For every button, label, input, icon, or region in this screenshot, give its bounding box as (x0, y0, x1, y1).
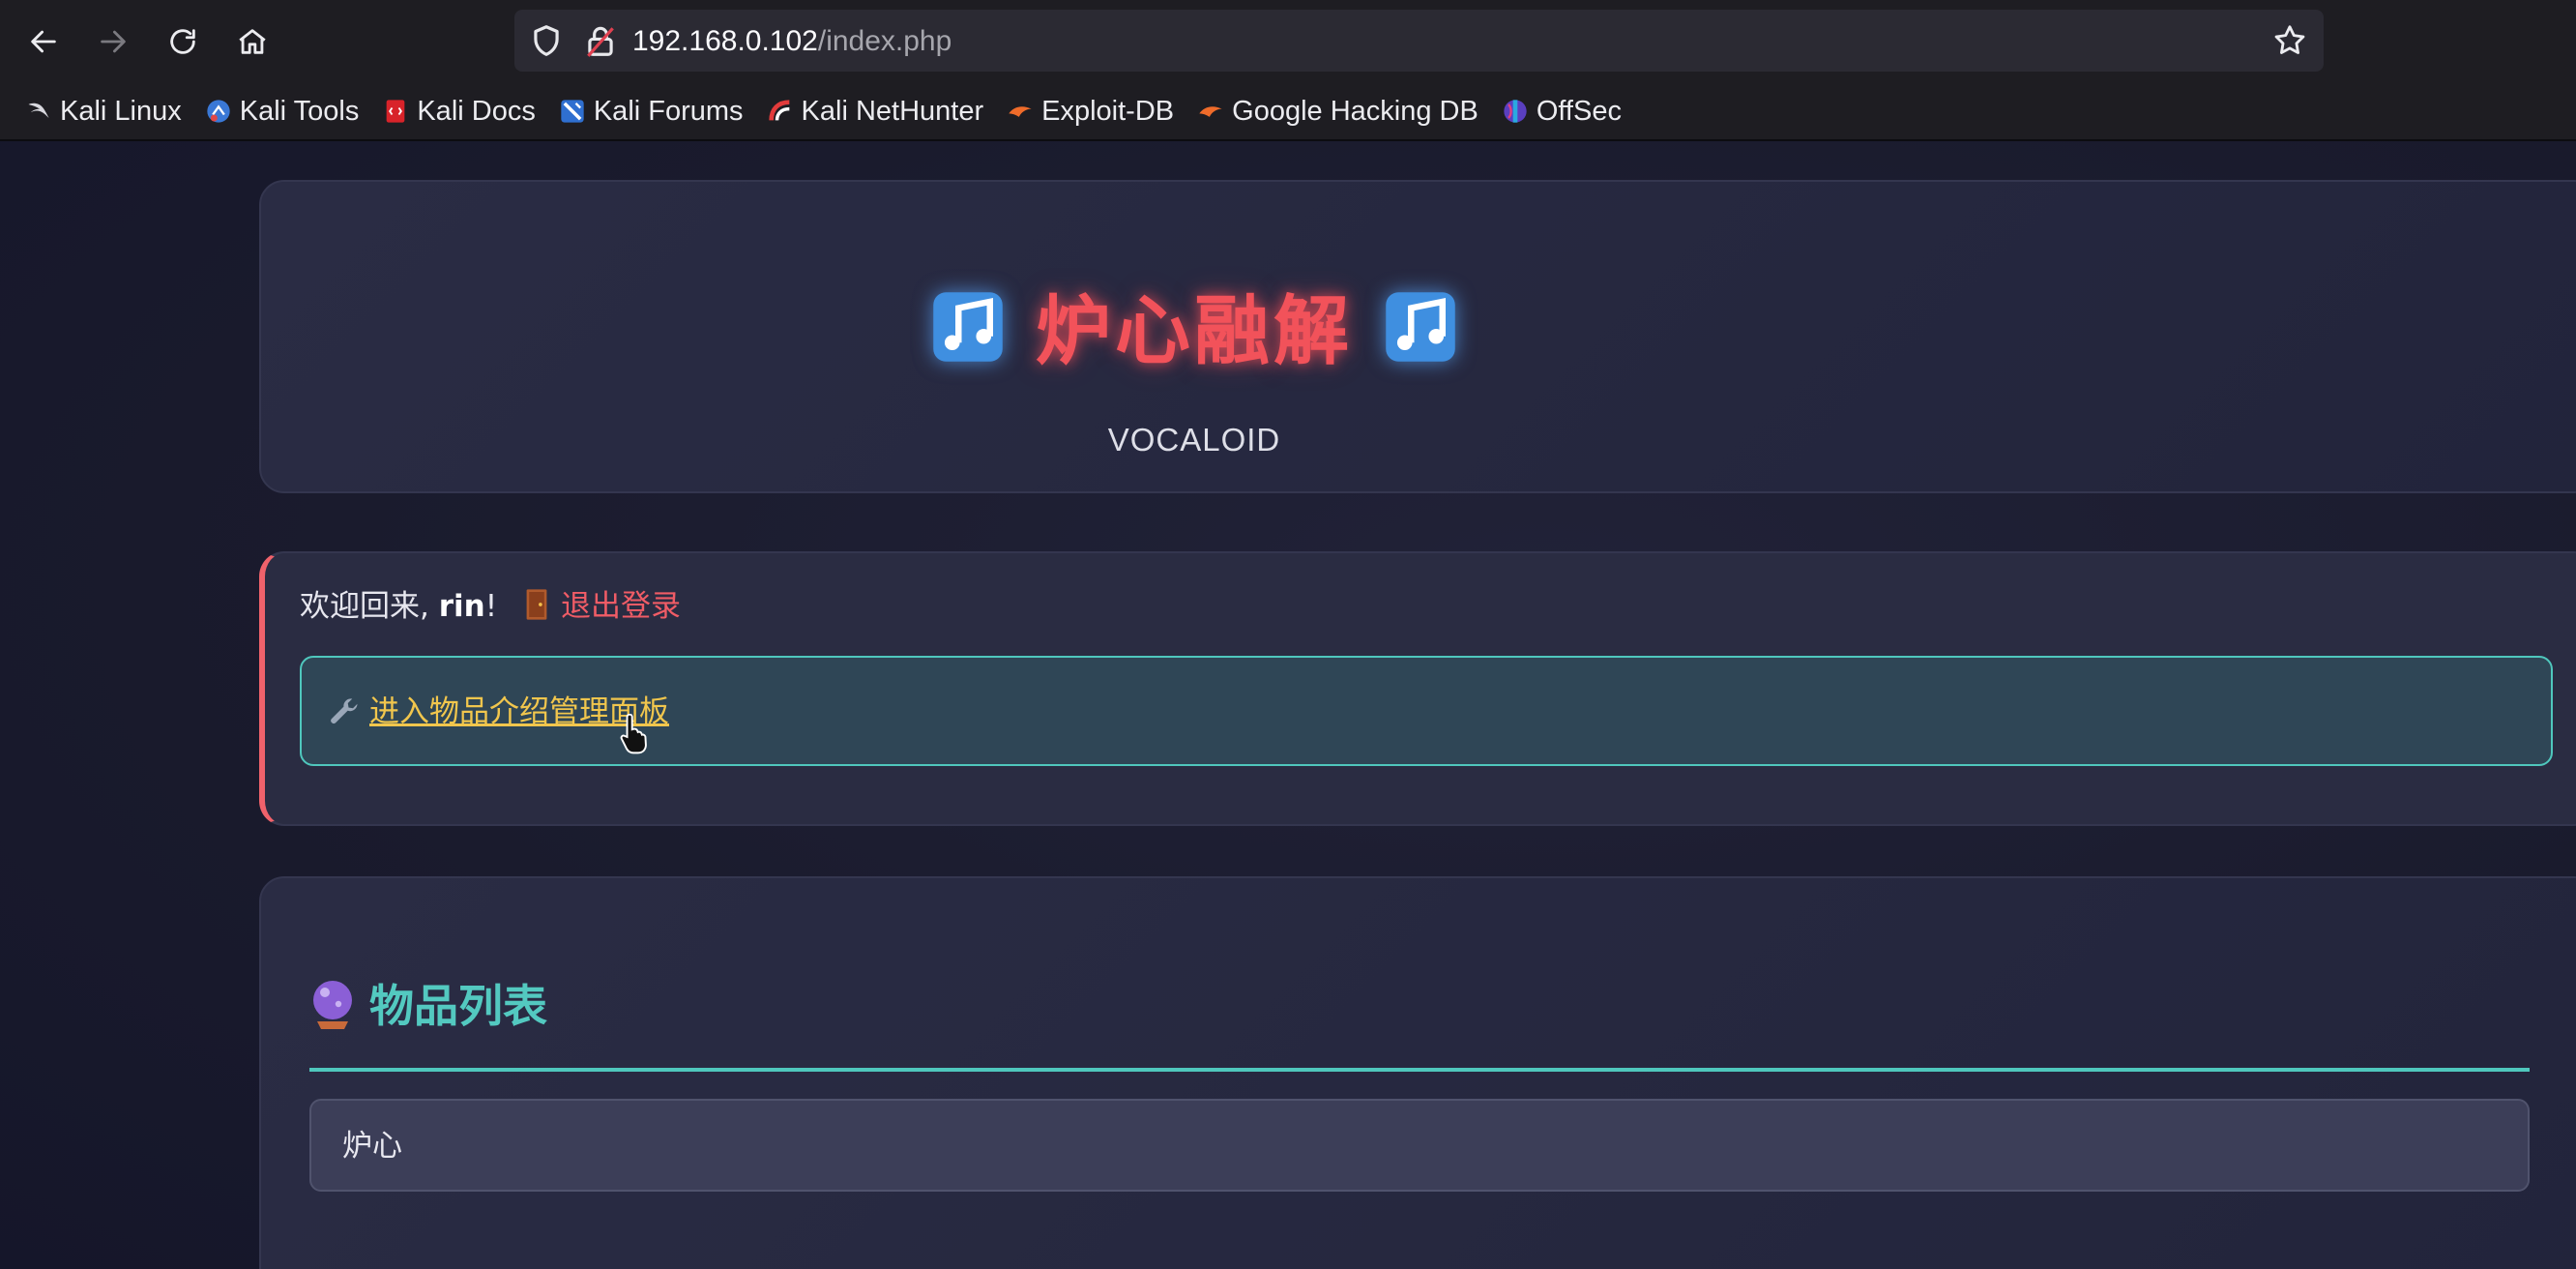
bookmark-star-icon[interactable] (2271, 22, 2308, 59)
reload-icon (170, 29, 195, 54)
kali-docs-icon (387, 100, 405, 123)
url-text[interactable]: 192.168.0.102/index.php (632, 23, 951, 60)
tracking-protection-shield-icon[interactable] (528, 22, 565, 59)
bookmark-label: Google Hacking DB (1232, 95, 1478, 127)
site-title-text: 炉心融解 (1035, 288, 1353, 375)
insecure-lock-icon[interactable] (582, 22, 619, 59)
back-arrow-icon (31, 30, 56, 53)
kali-dragon-icon (28, 103, 49, 118)
bookmark-label: Kali Linux (60, 95, 182, 127)
home-icon (239, 29, 266, 54)
logout-link[interactable]: 退出登录 (524, 584, 681, 629)
bookmark-google-hacking-db[interactable]: Google Hacking DB (1189, 89, 1486, 133)
musical-notes-icon (1386, 292, 1455, 362)
bookmark-kali-linux[interactable]: Kali Linux (17, 89, 190, 133)
header-card: 炉心融解 VOCALOID (259, 180, 2576, 493)
forward-arrow-icon (101, 30, 126, 53)
door-icon (526, 589, 547, 620)
forward-button[interactable] (85, 14, 141, 70)
kali-forums-icon (561, 100, 584, 123)
home-button[interactable] (224, 14, 280, 70)
bookmark-label: Kali Tools (239, 95, 360, 127)
logout-label: 退出登录 (561, 589, 681, 624)
google-hacking-db-icon (1199, 106, 1222, 117)
site-title: 炉心融解 (261, 288, 2127, 375)
navigation-bar: 192.168.0.102/index.php (0, 0, 2576, 83)
wrench-icon (331, 698, 358, 723)
welcome-prefix: 欢迎回来, (300, 589, 439, 624)
musical-notes-icon (933, 292, 1003, 362)
offsec-icon (1504, 100, 1527, 123)
welcome-message: 欢迎回来, rin! (300, 584, 497, 629)
bookmarks-bar: Kali Linux Kali Tools Kali Docs Kali For… (0, 83, 2576, 139)
reload-button[interactable] (155, 14, 211, 70)
crystal-ball-icon (313, 981, 352, 1029)
username: rin (438, 589, 485, 624)
heading-divider (309, 1068, 2530, 1072)
exploit-db-icon (1009, 106, 1032, 117)
bookmark-kali-forums[interactable]: Kali Forums (551, 89, 751, 133)
kali-nethunter-icon (768, 100, 790, 121)
list-item[interactable]: 炉心 (309, 1099, 2530, 1192)
bookmark-label: OffSec (1536, 95, 1622, 127)
items-heading: 物品列表 (309, 975, 547, 1037)
bookmark-kali-docs[interactable]: Kali Docs (374, 89, 543, 133)
bookmark-label: Exploit-DB (1041, 95, 1175, 127)
bookmark-label: Kali Forums (593, 95, 744, 127)
welcome-suffix: ! (484, 589, 498, 624)
url-host: 192.168.0.102 (632, 25, 818, 57)
bookmark-exploit-db[interactable]: Exploit-DB (999, 89, 1182, 133)
back-button[interactable] (15, 14, 72, 70)
bookmark-kali-nethunter[interactable]: Kali NetHunter (759, 89, 992, 133)
items-heading-text: 物品列表 (369, 980, 547, 1032)
address-bar[interactable]: 192.168.0.102/index.php (514, 10, 2324, 72)
url-path: /index.php (817, 25, 952, 57)
bookmark-label: Kali Docs (417, 95, 536, 127)
bookmark-offsec[interactable]: OffSec (1494, 89, 1629, 133)
items-card: 物品列表 炉心 (259, 876, 2576, 1269)
browser-toolbar: 192.168.0.102/index.php Kali Linux Kali … (0, 0, 2576, 139)
kali-tools-icon (207, 100, 230, 123)
user-card: 欢迎回来, rin! 退出登录 进入物品介绍管理面板 (259, 551, 2576, 826)
item-name: 炉心 (342, 1129, 402, 1164)
hand-pointer-cursor-icon (620, 714, 647, 754)
bookmark-label: Kali NetHunter (801, 95, 984, 127)
bookmark-kali-tools[interactable]: Kali Tools (197, 89, 367, 133)
page-content: 炉心融解 VOCALOID 欢迎回来, rin! 退出登录 进入物品介绍管理面板… (0, 141, 2576, 1269)
site-subtitle: VOCALOID (1107, 422, 1281, 457)
